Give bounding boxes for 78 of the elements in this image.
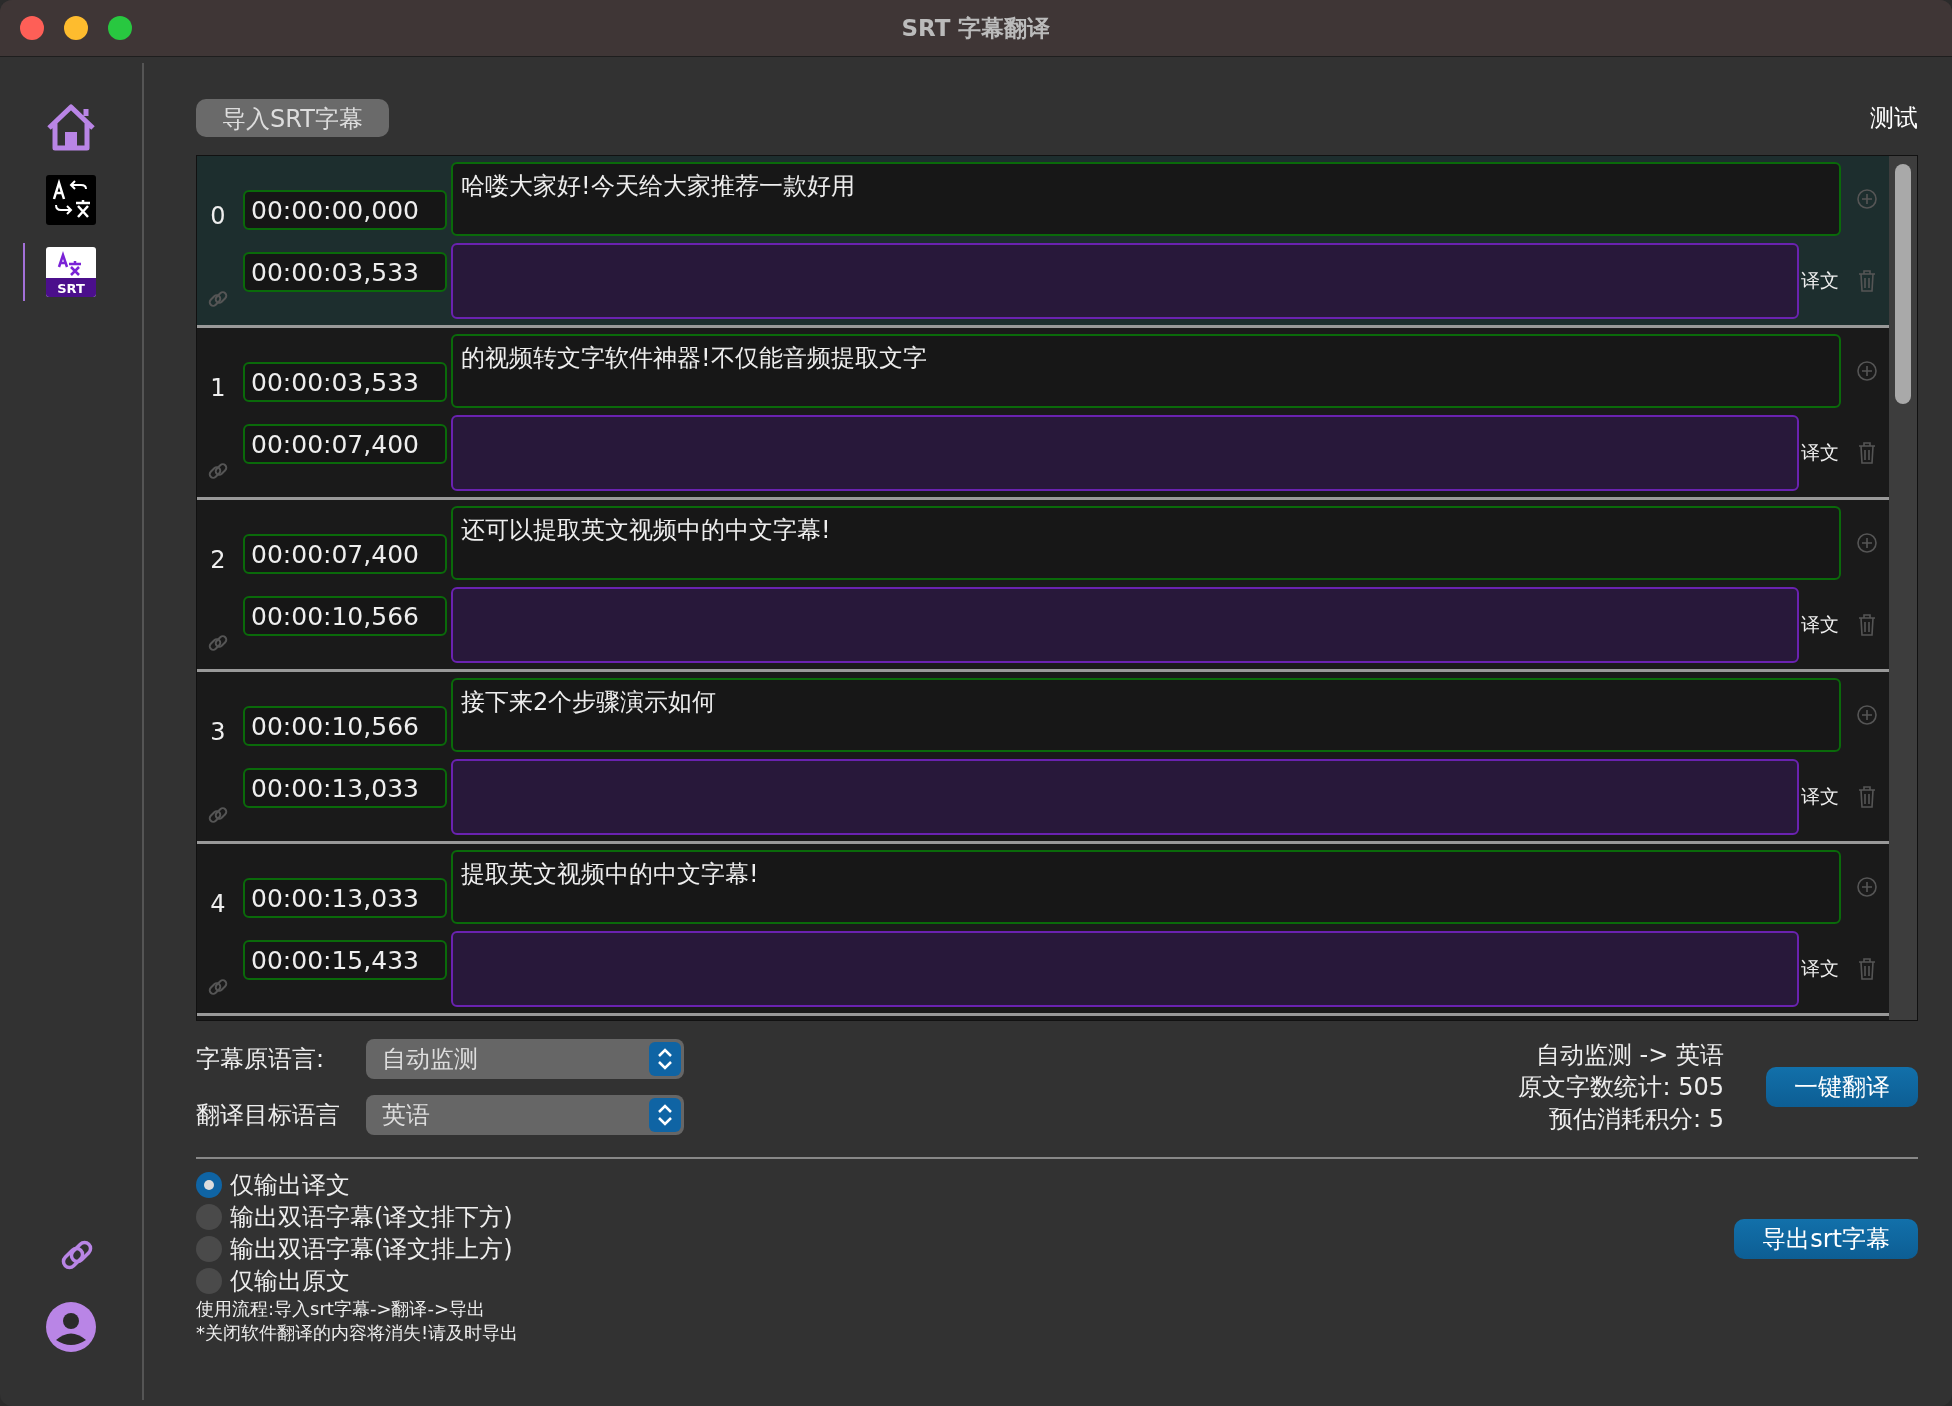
trash-icon[interactable] — [1858, 442, 1876, 464]
output-option[interactable]: 仅输出译文 — [196, 1169, 519, 1201]
target-language-label: 翻译目标语言 — [196, 1100, 341, 1131]
source-text-field[interactable]: 的视频转文字软件神器!不仅能音频提取文字 — [451, 334, 1841, 408]
usage-note: 使用流程:导入srt字幕->翻译->导出 — [196, 1297, 487, 1321]
source-text-field[interactable]: 还可以提取英文视频中的中文字幕! — [451, 506, 1841, 580]
import-button[interactable]: 导入SRT字幕 — [196, 99, 389, 137]
trash-icon[interactable] — [1858, 614, 1876, 636]
translation-label: 译文 — [1800, 440, 1840, 465]
translation-label: 译文 — [1800, 956, 1840, 981]
translation-field[interactable] — [451, 415, 1799, 491]
output-option[interactable]: 输出双语字幕(译文排下方) — [196, 1201, 519, 1233]
row-index: 0 — [209, 202, 227, 230]
start-time-field[interactable]: 00:00:13,033 — [243, 878, 447, 918]
usage-note: *关闭软件翻译的内容将消失!请及时导出 — [196, 1321, 519, 1345]
end-time-field[interactable]: 00:00:15,433 — [243, 940, 447, 980]
translation-label: 译文 — [1800, 268, 1840, 293]
stat-text: 预估消耗积分: 5 — [1549, 1104, 1724, 1135]
account-icon[interactable] — [46, 1302, 96, 1352]
srt-file-icon[interactable]: SRT — [46, 247, 96, 297]
link-icon[interactable] — [207, 804, 229, 826]
translation-field[interactable] — [451, 243, 1799, 319]
end-time-field[interactable]: 00:00:07,400 — [243, 424, 447, 464]
target-language-select[interactable]: 英语 — [366, 1095, 684, 1135]
start-time-field[interactable]: 00:00:00,000 — [243, 190, 447, 230]
chevron-up-down-icon[interactable] — [656, 1046, 674, 1072]
row-index: 4 — [209, 890, 227, 918]
end-time-field[interactable]: 00:00:03,533 — [243, 252, 447, 292]
home-icon[interactable] — [46, 104, 96, 152]
window-title: SRT 字幕翻译 — [901, 13, 1051, 43]
stat-text: 原文字数统计: 505 — [1518, 1072, 1724, 1103]
row-index: 3 — [209, 718, 227, 746]
trash-icon[interactable] — [1858, 958, 1876, 980]
translation-field[interactable] — [451, 759, 1799, 835]
export-button[interactable]: 导出srt字幕 — [1734, 1219, 1918, 1259]
start-time-field[interactable]: 00:00:03,533 — [243, 362, 447, 402]
start-time-field[interactable]: 00:00:07,400 — [243, 534, 447, 574]
source-language-select[interactable]: 自动监测 — [366, 1039, 684, 1079]
add-icon[interactable] — [1857, 705, 1877, 725]
radio-button[interactable] — [196, 1204, 222, 1230]
output-option[interactable]: 仅输出原文 — [196, 1265, 519, 1297]
end-time-field[interactable]: 00:00:13,033 — [243, 768, 447, 808]
add-icon[interactable] — [1857, 877, 1877, 897]
translation-label: 译文 — [1800, 784, 1840, 809]
add-icon[interactable] — [1857, 361, 1877, 381]
link-icon[interactable] — [207, 288, 229, 310]
translate-icon[interactable] — [46, 175, 96, 225]
end-time-field[interactable]: 00:00:10,566 — [243, 596, 447, 636]
close-button[interactable] — [20, 16, 44, 40]
translation-field[interactable] — [451, 931, 1799, 1007]
test-label[interactable]: 测试 — [1870, 102, 1918, 134]
translate-button[interactable]: 一键翻译 — [1766, 1067, 1918, 1107]
source-text-field[interactable]: 提取英文视频中的中文字幕! — [451, 850, 1841, 924]
translation-field[interactable] — [451, 587, 1799, 663]
add-icon[interactable] — [1857, 533, 1877, 553]
trash-icon[interactable] — [1858, 786, 1876, 808]
link-icon[interactable] — [207, 976, 229, 998]
source-text-field[interactable]: 哈喽大家好!今天给大家推荐一款好用 — [451, 162, 1841, 236]
link-icon[interactable] — [207, 632, 229, 654]
subtitle-row[interactable]: 0 00:00:00,000 哈喽大家好!今天给大家推荐一款好用 00:00:03,533 译文 — [197, 156, 1889, 328]
zoom-button[interactable] — [108, 16, 132, 40]
link-icon[interactable] — [207, 460, 229, 482]
output-option[interactable]: 输出双语字幕(译文排上方) — [196, 1233, 519, 1265]
source-text-field[interactable]: 接下来2个步骤演示如何 — [451, 678, 1841, 752]
start-time-field[interactable]: 00:00:10,566 — [243, 706, 447, 746]
radio-button[interactable] — [196, 1172, 222, 1198]
row-index: 2 — [209, 546, 227, 574]
scrollbar[interactable] — [1889, 156, 1917, 1020]
source-language-label: 字幕原语言: — [196, 1044, 326, 1075]
stat-text: 自动监测 -> 英语 — [1535, 1040, 1724, 1071]
add-icon[interactable] — [1857, 189, 1877, 209]
minimize-button[interactable] — [64, 16, 88, 40]
radio-button[interactable] — [196, 1268, 222, 1294]
trash-icon[interactable] — [1858, 270, 1876, 292]
row-index: 1 — [209, 374, 227, 402]
radio-button[interactable] — [196, 1236, 222, 1262]
chevron-up-down-icon[interactable] — [656, 1102, 674, 1128]
translation-label: 译文 — [1800, 612, 1840, 637]
